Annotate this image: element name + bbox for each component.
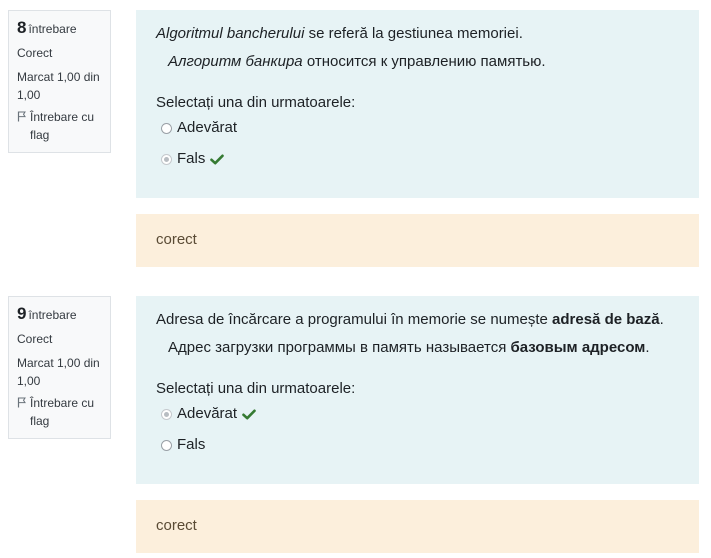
option-label[interactable]: Fals xyxy=(177,148,205,170)
flag-question-link[interactable]: Întrebare cu flag xyxy=(17,394,102,430)
question-text-ru: Алгоритм банкира относится к управлению … xyxy=(168,51,679,73)
question-text-ro: Algoritmul bancherului se referă la gest… xyxy=(156,23,679,45)
question-text-ru-bold: базовым адресом xyxy=(510,339,646,356)
flag-question-link[interactable]: Întrebare cu flag xyxy=(17,108,102,144)
question-label: întrebare xyxy=(28,308,77,322)
answer-prompt: Selectați una din urmatoarele: xyxy=(156,94,356,111)
option-label[interactable]: Adevărat xyxy=(177,117,237,139)
question-info: 8 întrebare Corect Marcat 1,00 din 1,00 Î… xyxy=(8,10,111,153)
feedback-box: corect xyxy=(136,214,699,267)
flag-icon xyxy=(17,111,26,122)
radio-button[interactable] xyxy=(161,439,172,451)
radio-button-selected[interactable] xyxy=(161,408,172,420)
answer-prompt: Selectați una din urmatoarele: xyxy=(156,380,356,397)
answer-option-fals[interactable]: Fals xyxy=(161,148,679,170)
question-text-ro-rest: se referă la gestiunea memoriei. xyxy=(304,25,523,42)
question-text-ro-post: . xyxy=(659,311,664,328)
question-state: Corect xyxy=(17,46,53,60)
question-info: 9 întrebare Corect Marcat 1,00 din 1,00 Î… xyxy=(8,296,111,439)
radio-button[interactable] xyxy=(161,122,172,134)
answer-option-fals[interactable]: Fals xyxy=(161,434,679,456)
question-text-ru-pre: Адрес загрузки программы в память называ… xyxy=(168,339,511,356)
question-number: 9 xyxy=(17,304,27,323)
radio-button-selected[interactable] xyxy=(161,153,172,165)
question-text-ro-emphasis: Algoritmul bancherului xyxy=(156,25,305,42)
option-label[interactable]: Fals xyxy=(177,434,205,456)
question-text-ro-pre: Adresa de încărcare a programului în mem… xyxy=(156,311,553,328)
answer-option-adevarat[interactable]: Adevărat xyxy=(161,403,679,425)
question-formulation: Adresa de încărcare a programului în mem… xyxy=(136,296,699,484)
question-state: Corect xyxy=(17,332,53,346)
question-text-ru-post: . xyxy=(645,339,650,356)
question-mark: Marcat 1,00 din 1,00 xyxy=(17,356,100,388)
option-label[interactable]: Adevărat xyxy=(177,403,237,425)
question-text-ru: Адрес загрузки программы в память называ… xyxy=(168,337,679,359)
feedback-box: corect xyxy=(136,500,699,553)
question-text-ro-bold: adresă de bază xyxy=(552,311,660,328)
question-formulation: Algoritmul bancherului se referă la gest… xyxy=(136,10,699,198)
question-number: 8 xyxy=(17,18,27,37)
question-mark: Marcat 1,00 din 1,00 xyxy=(17,70,100,102)
question-label: întrebare xyxy=(28,22,77,36)
check-icon xyxy=(242,409,256,419)
flag-question-label: Întrebare cu flag xyxy=(30,396,95,428)
check-icon xyxy=(210,154,225,164)
question-text-ru-rest: относится к управлению памятью. xyxy=(302,53,546,70)
question-text-ru-emphasis: Алгоритм банкира xyxy=(168,53,303,70)
feedback-text: corect xyxy=(156,517,197,534)
answer-option-adevarat[interactable]: Adevărat xyxy=(161,117,679,139)
flag-question-label: Întrebare cu flag xyxy=(30,110,95,142)
flag-icon xyxy=(17,397,26,408)
question-text-ro: Adresa de încărcare a programului în mem… xyxy=(156,309,679,331)
feedback-text: corect xyxy=(156,231,197,248)
